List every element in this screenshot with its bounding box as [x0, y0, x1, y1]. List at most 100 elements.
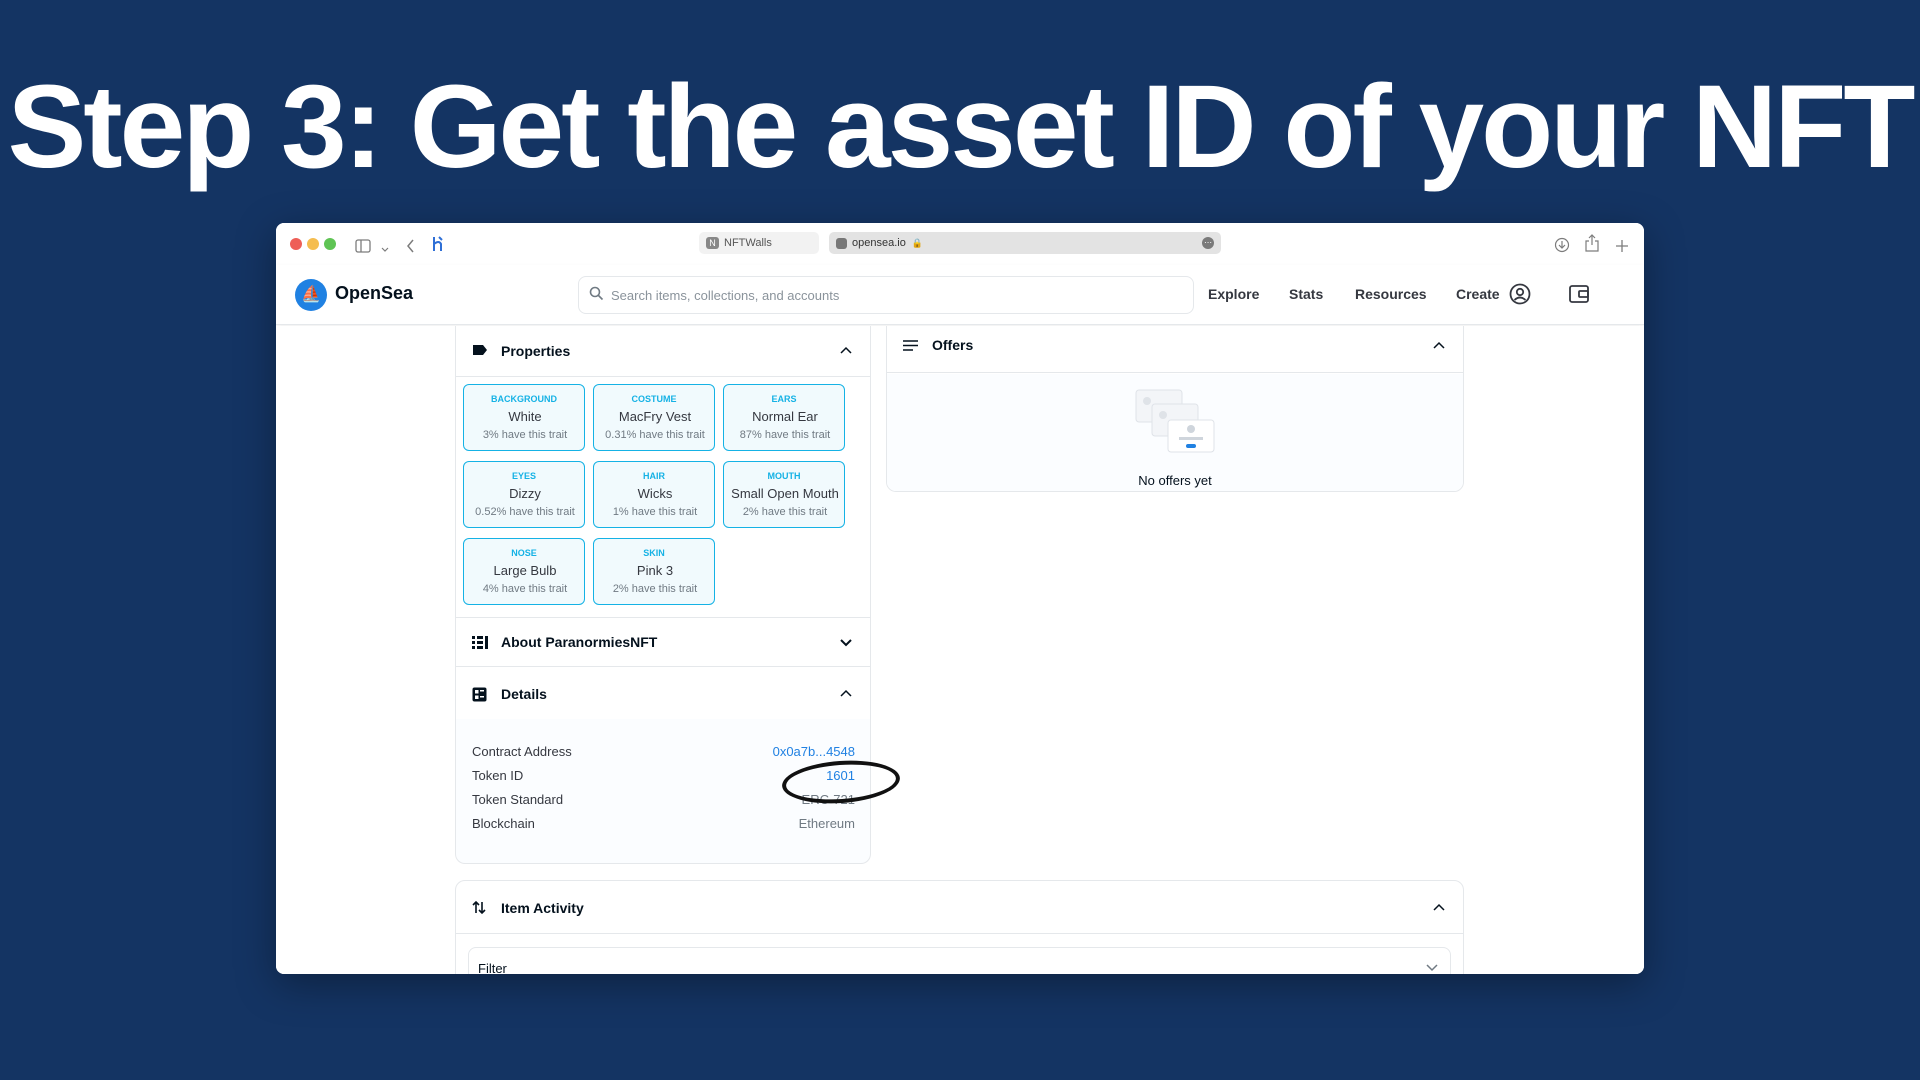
tab-opensea[interactable]: opensea.io 🔒 ⋯: [829, 232, 1221, 254]
nav-create[interactable]: Create: [1456, 286, 1500, 302]
trait-type: MOUTH: [767, 471, 801, 481]
trait-rarity: 2% have this trait: [742, 506, 828, 518]
chevron-up-icon[interactable]: [840, 689, 852, 697]
nav-resources[interactable]: Resources: [1355, 286, 1427, 302]
about-title: About ParanormiesNFT: [501, 634, 658, 650]
nftwalls-favicon-icon: N: [706, 237, 719, 249]
offers-empty-state: No offers yet: [887, 374, 1463, 491]
trait-type: SKIN: [643, 548, 665, 558]
site-brand[interactable]: OpenSea: [335, 283, 413, 304]
trait-type: EYES: [511, 471, 536, 481]
trait-value: Wicks: [637, 486, 673, 501]
detail-label: Contract Address: [472, 744, 572, 759]
lock-icon: 🔒: [911, 238, 924, 248]
search-bar[interactable]: [578, 276, 1194, 314]
item-activity-title: Item Activity: [501, 900, 584, 916]
trait-value: Dizzy: [509, 486, 541, 501]
new-tab-icon[interactable]: [1615, 236, 1629, 256]
browser-toolbar: N NFTWalls opensea.io 🔒 ⋯: [276, 223, 1644, 265]
offers-header[interactable]: Offers: [887, 326, 1463, 373]
detail-blockchain: Blockchain Ethereum: [472, 816, 855, 836]
trait-type: NOSE: [511, 548, 537, 558]
tag-icon: [473, 345, 487, 355]
chevron-down-icon[interactable]: [840, 639, 852, 647]
properties-title: Properties: [501, 343, 571, 359]
trait-type: BACKGROUND: [491, 394, 557, 404]
trait-background[interactable]: BACKGROUND White 3% have this trait: [463, 384, 585, 451]
tab-label: NFTWalls: [724, 237, 772, 249]
about-header[interactable]: About ParanormiesNFT: [456, 617, 870, 667]
detail-label: Blockchain: [472, 816, 535, 831]
search-input[interactable]: [611, 285, 1181, 305]
trait-eyes[interactable]: EYES Dizzy 0.52% have this trait: [463, 461, 585, 528]
trait-type: HAIR: [643, 471, 665, 481]
no-offers-text: No offers yet: [1138, 473, 1212, 488]
trait-rarity: 3% have this trait: [482, 429, 568, 441]
download-icon[interactable]: [1554, 235, 1570, 255]
details-title: Details: [501, 686, 547, 702]
nav-stats[interactable]: Stats: [1289, 286, 1323, 302]
trait-value: Small Open Mouth: [731, 486, 839, 501]
search-icon: [589, 286, 604, 301]
trait-rarity: 4% have this trait: [482, 583, 568, 595]
tab-nftwalls[interactable]: N NFTWalls: [699, 232, 819, 254]
wallet-icon[interactable]: [1567, 282, 1591, 306]
trait-value: White: [508, 409, 542, 424]
offers-panel: Offers No offers yet: [886, 326, 1464, 492]
empty-offers-illustration-icon: [1135, 389, 1215, 453]
slide-title: Step 3: Get the asset ID of your NFT: [7, 61, 1916, 193]
trait-rarity: 87% have this trait: [739, 429, 831, 441]
nav-explore[interactable]: Explore: [1208, 286, 1259, 302]
contract-address-link[interactable]: 0x0a7b...4548: [773, 744, 855, 759]
browser-window: N NFTWalls opensea.io 🔒 ⋯ ⛵ OpenSea Sear…: [276, 223, 1644, 974]
chevron-down-icon: [1426, 964, 1438, 972]
swap-arrows-icon: [472, 900, 486, 915]
site-header: ⛵ OpenSea Explore Stats Resources Create: [276, 265, 1644, 325]
detail-label: Token Standard: [472, 792, 564, 807]
filter-label: Filter: [478, 961, 507, 974]
opensea-favicon-icon: [836, 238, 847, 249]
trait-value: Pink 3: [636, 563, 674, 578]
zoom-window-button[interactable]: [324, 238, 336, 250]
share-icon[interactable]: [1585, 233, 1599, 253]
detail-contract-address: Contract Address 0x0a7b...4548: [472, 744, 855, 764]
minimize-window-button[interactable]: [307, 238, 319, 250]
trait-hair[interactable]: HAIR Wicks 1% have this trait: [593, 461, 715, 528]
more-options-icon[interactable]: ⋯: [1202, 237, 1214, 249]
trait-mouth[interactable]: MOUTH Small Open Mouth 2% have this trai…: [723, 461, 845, 528]
sidebar-toggle-icon[interactable]: [355, 236, 371, 256]
details-header[interactable]: Details: [456, 670, 870, 720]
detail-label: Token ID: [472, 768, 524, 783]
trait-nose[interactable]: NOSE Large Bulb 4% have this trait: [463, 538, 585, 605]
back-arrow-icon[interactable]: [406, 236, 415, 256]
chevron-up-icon[interactable]: [1433, 903, 1445, 911]
item-activity-header[interactable]: Item Activity: [456, 881, 1463, 934]
chevron-down-icon[interactable]: [381, 240, 389, 260]
page-content: Properties BACKGROUND White 3% have this…: [276, 326, 1644, 974]
list-icon: [472, 636, 488, 649]
trait-rarity: 1% have this trait: [612, 506, 698, 518]
filter-dropdown[interactable]: Filter: [468, 947, 1451, 974]
extension-icon[interactable]: [431, 234, 445, 254]
trait-value: Normal Ear: [752, 409, 818, 424]
item-activity-panel: Item Activity Filter: [455, 880, 1464, 974]
trait-rarity: 2% have this trait: [612, 583, 698, 595]
trait-skin[interactable]: SKIN Pink 3 2% have this trait: [593, 538, 715, 605]
detail-value: Ethereum: [798, 816, 855, 831]
details-grid-icon: [472, 687, 487, 702]
chevron-up-icon[interactable]: [1433, 341, 1445, 349]
trait-type: EARS: [771, 394, 797, 404]
tab-label: opensea.io: [852, 237, 906, 249]
close-window-button[interactable]: [290, 238, 302, 250]
trait-costume[interactable]: COSTUME MacFry Vest 0.31% have this trai…: [593, 384, 715, 451]
chevron-up-icon[interactable]: [840, 346, 852, 354]
trait-ears[interactable]: EARS Normal Ear 87% have this trait: [723, 384, 845, 451]
properties-header[interactable]: Properties: [456, 327, 870, 377]
offers-title: Offers: [932, 337, 974, 353]
trait-value: Large Bulb: [493, 563, 557, 578]
opensea-logo-icon[interactable]: ⛵: [295, 279, 327, 311]
account-icon[interactable]: [1508, 282, 1532, 306]
offers-list-icon: [903, 340, 918, 351]
trait-value: MacFry Vest: [618, 409, 692, 424]
trait-rarity: 0.52% have this trait: [475, 506, 575, 518]
